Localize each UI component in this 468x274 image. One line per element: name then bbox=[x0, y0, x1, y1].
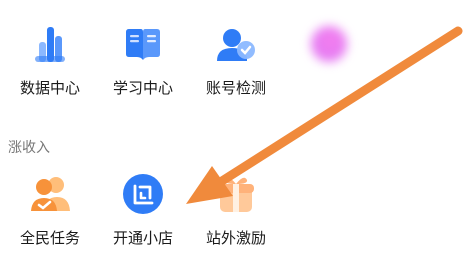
grid-item-offsite-incentive[interactable]: 站外激励 bbox=[188, 170, 284, 248]
grid-item-label: 开通小店 bbox=[112, 229, 173, 247]
shop-icon bbox=[119, 170, 167, 218]
grid-item-label: 数据中心 bbox=[19, 79, 80, 97]
grid-item-all-tasks[interactable]: 全民任务 bbox=[2, 170, 98, 248]
open-book-icon bbox=[119, 20, 167, 68]
blurred-icon bbox=[305, 20, 353, 68]
grid-item-learning-center[interactable]: 学习中心 bbox=[95, 20, 191, 98]
user-check-icon bbox=[212, 20, 260, 68]
gift-box-icon bbox=[212, 170, 260, 218]
grid-item-label: 全民任务 bbox=[19, 229, 80, 247]
bar-chart-icon bbox=[26, 20, 74, 68]
grid-item-data-center[interactable]: 数据中心 bbox=[2, 20, 98, 98]
grid-item-label: 学习中心 bbox=[112, 79, 173, 97]
section-title-income: 涨收入 bbox=[8, 140, 50, 156]
grid-item-account-check[interactable]: 账号检测 bbox=[188, 20, 284, 98]
grid-item-blurred[interactable] bbox=[281, 20, 377, 77]
grid-item-open-shop[interactable]: 开通小店 bbox=[95, 170, 191, 248]
people-task-icon bbox=[26, 170, 74, 218]
grid-item-label: 站外激励 bbox=[205, 229, 266, 247]
grid-item-label: 账号检测 bbox=[205, 79, 266, 97]
